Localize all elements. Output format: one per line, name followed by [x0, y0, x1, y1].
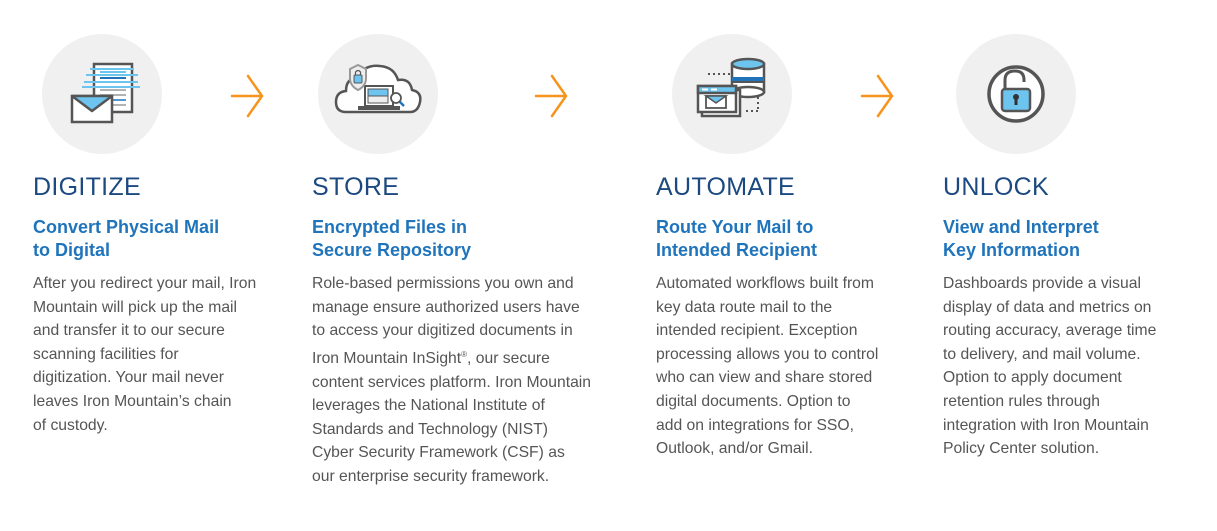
mail-scan-icon [70, 62, 140, 124]
step-description: Automated workflows built from key data … [656, 275, 879, 458]
step-subtitle: View and Interpret Key Information [943, 217, 1099, 260]
step-subtitle: Encrypted Files in Secure Repository [312, 217, 472, 260]
step-title: STORE [312, 173, 400, 201]
step-title: UNLOCK [943, 173, 1049, 201]
description-part: , our secure content services platform. … [312, 350, 592, 485]
step-description: After you redirect your mail, Iron Mount… [33, 275, 257, 434]
step-automate: AUTOMATE Route Your Mail to Intended Rec… [656, 172, 878, 461]
cloud-secure-storage-icon [334, 63, 422, 114]
unlocked-padlock-icon [987, 65, 1045, 123]
step-description: Dashboards provide a visual display of d… [943, 275, 1157, 458]
step-digitize: DIGITIZE Convert Physical Mail to Digita… [33, 172, 256, 437]
step-description: Role-based permissions you own and manag… [312, 272, 591, 489]
step-unlock: UNLOCK View and Interpret Key Informatio… [943, 172, 1156, 461]
step-store: STORE Encrypted Files in Secure Reposito… [312, 172, 591, 489]
step-title: DIGITIZE [33, 173, 141, 201]
automate-icon-circle [672, 34, 792, 154]
arrow-right-icon [230, 74, 264, 118]
mail-database-routing-icon [696, 57, 766, 118]
step-subtitle: Convert Physical Mail to Digital [33, 217, 220, 260]
digitize-icon-circle [42, 34, 162, 154]
unlock-icon-circle [956, 34, 1076, 154]
store-icon-circle [318, 34, 438, 154]
step-subtitle: Route Your Mail to Intended Recipient [656, 217, 818, 260]
step-title: AUTOMATE [656, 173, 795, 201]
arrow-right-icon [860, 74, 894, 118]
arrow-right-icon [534, 74, 568, 118]
